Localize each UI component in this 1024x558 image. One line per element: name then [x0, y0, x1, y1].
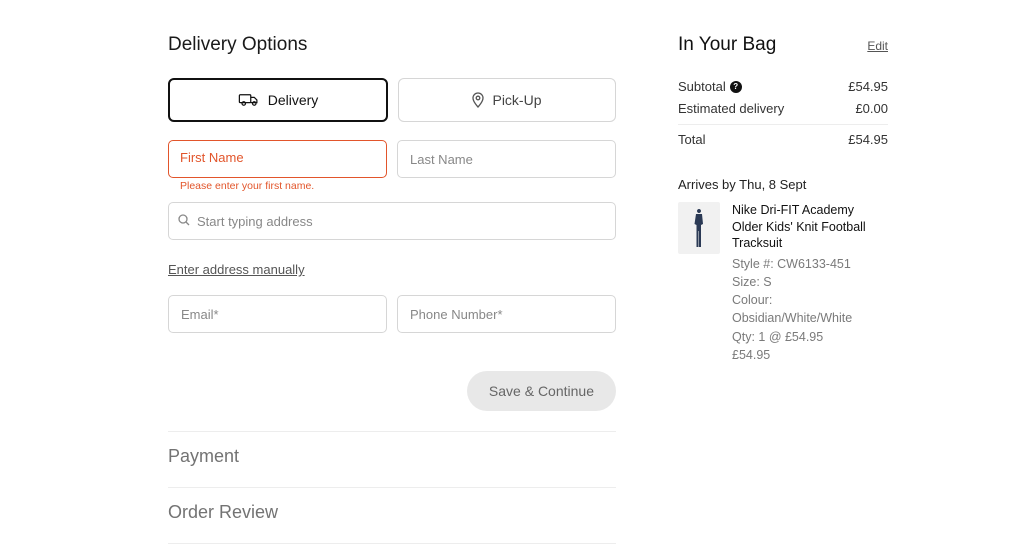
first-name-field-wrap: First Name Please enter your first name.	[168, 140, 387, 192]
delivery-row: Estimated delivery £0.00	[678, 98, 888, 120]
email-field[interactable]	[168, 295, 387, 333]
pin-icon	[472, 92, 484, 108]
subtotal-value: £54.95	[848, 76, 888, 98]
divider	[168, 487, 616, 488]
item-qty: Qty: 1 @ £54.95	[732, 328, 888, 346]
enter-address-manually-link[interactable]: Enter address manually	[168, 262, 305, 277]
divider	[168, 431, 616, 432]
search-icon	[178, 214, 190, 226]
bag-item: Nike Dri-FIT Academy Older Kids' Knit Fo…	[678, 202, 888, 364]
edit-bag-link[interactable]: Edit	[867, 39, 888, 53]
item-size: Size: S	[732, 273, 888, 291]
tab-delivery-label: Delivery	[268, 92, 319, 108]
order-review-heading: Order Review	[168, 502, 616, 523]
save-continue-button[interactable]: Save & Continue	[467, 371, 616, 411]
item-colour: Colour: Obsidian/White/White	[732, 291, 888, 327]
first-name-error: Please enter your first name.	[180, 180, 387, 192]
truck-icon	[238, 93, 260, 107]
bag-title: In Your Bag	[678, 34, 776, 56]
address-field[interactable]	[168, 202, 616, 240]
phone-field-wrap	[397, 295, 616, 333]
subtotal-label: Subtotal	[678, 76, 726, 98]
divider	[168, 543, 616, 544]
delivery-method-tabs: Delivery Pick-Up	[168, 78, 616, 122]
arrival-text: Arrives by Thu, 8 Sept	[678, 177, 888, 192]
last-name-field-wrap	[397, 140, 616, 192]
total-row: Total £54.95	[678, 124, 888, 151]
subtotal-row: Subtotal ? £54.95	[678, 76, 888, 98]
total-label: Total	[678, 129, 705, 151]
email-field-wrap	[168, 295, 387, 333]
product-thumbnail	[678, 202, 720, 254]
delivery-options-title: Delivery Options	[168, 34, 616, 56]
total-value: £54.95	[848, 129, 888, 151]
tab-pickup-label: Pick-Up	[492, 92, 541, 108]
item-title: Nike Dri-FIT Academy Older Kids' Knit Fo…	[732, 202, 888, 251]
info-icon[interactable]: ?	[730, 81, 742, 93]
item-price: £54.95	[732, 346, 888, 364]
item-style: Style #: CW6133-451	[732, 255, 888, 273]
address-field-wrap	[168, 202, 616, 240]
first-name-field[interactable]	[168, 140, 387, 178]
phone-field[interactable]	[397, 295, 616, 333]
tab-delivery[interactable]: Delivery	[168, 78, 388, 122]
payment-heading: Payment	[168, 446, 616, 467]
delivery-value: £0.00	[855, 98, 888, 120]
tab-pickup[interactable]: Pick-Up	[398, 78, 616, 122]
last-name-field[interactable]	[397, 140, 616, 178]
delivery-label: Estimated delivery	[678, 98, 784, 120]
